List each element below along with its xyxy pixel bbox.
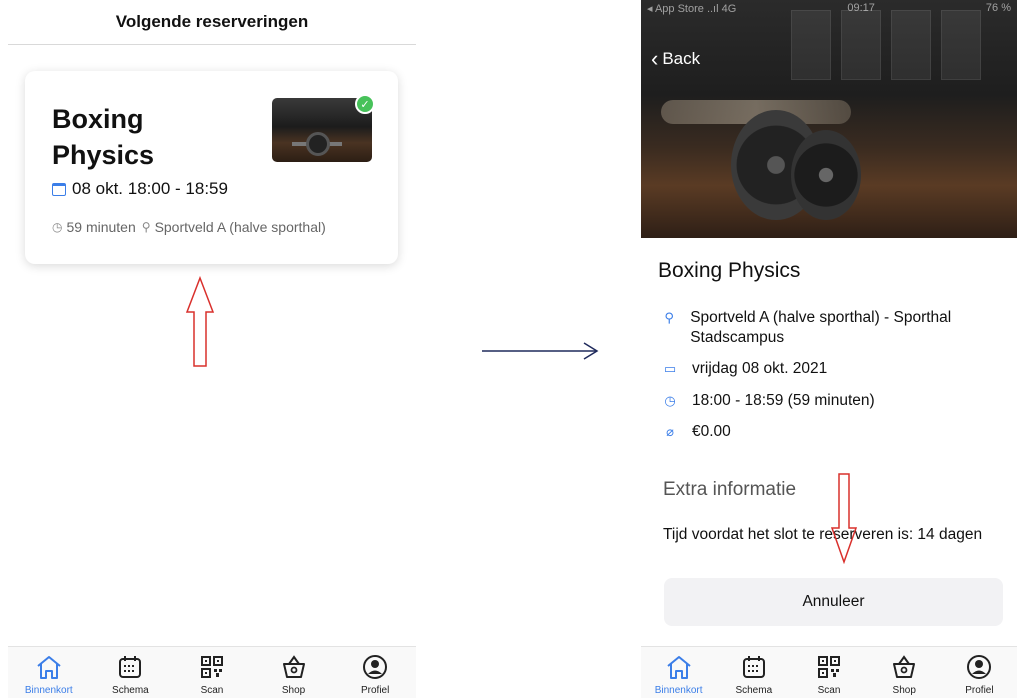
clock-icon: ◷ [664,393,676,408]
status-carrier: ◂ App Store ..ıl 4G [647,3,737,15]
tab-profiel[interactable]: Profiel [334,647,416,698]
detail-title: Boxing Physics [658,259,801,282]
date-text: vrijdag 08 okt. 2021 [692,360,828,377]
location-pin-icon: ⚲ [141,220,151,234]
qr-code-icon [200,656,223,678]
reservation-date-text: 08 okt. 18:00 - 18:59 [72,179,228,198]
extra-info-heading: Extra informatie [663,479,797,500]
tab-label: Binnenkort [24,685,73,696]
chevron-left-icon: ‹ [651,46,659,71]
tab-scan[interactable]: Scan [171,647,253,698]
time-text: 18:00 - 18:59 (59 minuten) [692,392,875,409]
tab-shop[interactable]: Shop [867,647,942,698]
tab-schema[interactable]: Schema [716,647,791,698]
reservation-duration: 59 minuten [66,219,136,235]
annotation-up-arrow [185,276,215,367]
qr-code-icon [818,656,840,678]
price-row: ⌀ €0.00 [663,422,731,442]
tab-label: Scan [817,685,841,696]
location-pin-icon: ⚲ [664,310,674,325]
status-bar: ◂ App Store ..ıl 4G 09:17 76 % [647,2,1011,18]
confirmed-check-icon: ✓ [355,94,375,114]
location-row: ⚲ Sportveld A (halve sporthal) - Sportha… [663,308,1003,348]
page-title: Volgende reserveringen [8,0,416,45]
tab-shop[interactable]: Shop [253,647,335,698]
price-tag-icon: ⌀ [666,424,674,439]
reservation-meta: ◷ 59 minuten ⚲ Sportveld A (halve sporth… [52,219,326,235]
back-button[interactable]: ‹ Back [651,48,700,70]
tab-profiel[interactable]: Profiel [942,647,1017,698]
profile-icon [967,655,992,679]
profile-icon [363,655,388,679]
tab-bar: Binnenkort Schema Scan Shop Profiel [8,646,416,698]
tab-label: Scan [200,685,224,696]
tab-schema[interactable]: Schema [90,647,172,698]
calendar-icon [52,182,66,196]
tab-label: Profiel [360,685,390,696]
annotation-down-arrow [830,473,858,564]
cancel-button[interactable]: Annuleer [664,578,1003,626]
home-icon [37,656,61,679]
tab-bar: Binnenkort Schema Scan Shop Profiel [641,646,1017,698]
tab-label: Profiel [965,685,994,696]
tab-scan[interactable]: Scan [791,647,866,698]
reservation-card[interactable]: Boxing Physics ✓ 08 okt. 18:00 - 18:59 ◷… [25,71,398,264]
tab-binnenkort[interactable]: Binnenkort [641,647,716,698]
calendar-icon: ▭ [663,361,677,376]
status-time: 09:17 [847,2,875,14]
extra-info-text: Tijd voordat het slot te reserveren is: … [663,526,983,543]
basket-icon [893,655,916,678]
tab-label: Shop [281,685,306,696]
time-row: ◷ 18:00 - 18:59 (59 minuten) [663,391,875,411]
clock-icon: ◷ [52,220,63,234]
annotation-right-arrow [482,342,599,360]
reservation-date: 08 okt. 18:00 - 18:59 [52,179,228,199]
hero-image: ◂ App Store ..ıl 4G 09:17 76 % [641,0,1017,238]
tab-label: Schema [735,685,773,696]
tab-binnenkort[interactable]: Binnenkort [8,647,90,698]
price-text: €0.00 [692,423,731,440]
calendar-icon [119,656,142,678]
status-battery: 76 % [985,2,1011,14]
date-row: ▭ vrijdag 08 okt. 2021 [663,359,827,379]
tab-label: Shop [892,685,916,696]
reservations-screen: Volgende reserveringen Boxing Physics ✓ … [0,0,420,698]
location-text: Sportveld A (halve sporthal) - Sporthal … [690,309,952,346]
home-icon [666,656,691,679]
reservation-detail-screen: ◂ App Store ..ıl 4G 09:17 76 % ‹ Back Bo… [641,0,1017,698]
basket-icon [282,655,305,678]
back-label: Back [662,49,701,68]
calendar-icon [742,656,765,678]
tab-label: Binnenkort [654,685,703,696]
reservation-title: Boxing Physics [52,104,155,170]
tab-label: Schema [112,685,149,696]
reservation-location: Sportveld A (halve sporthal) [154,219,326,235]
